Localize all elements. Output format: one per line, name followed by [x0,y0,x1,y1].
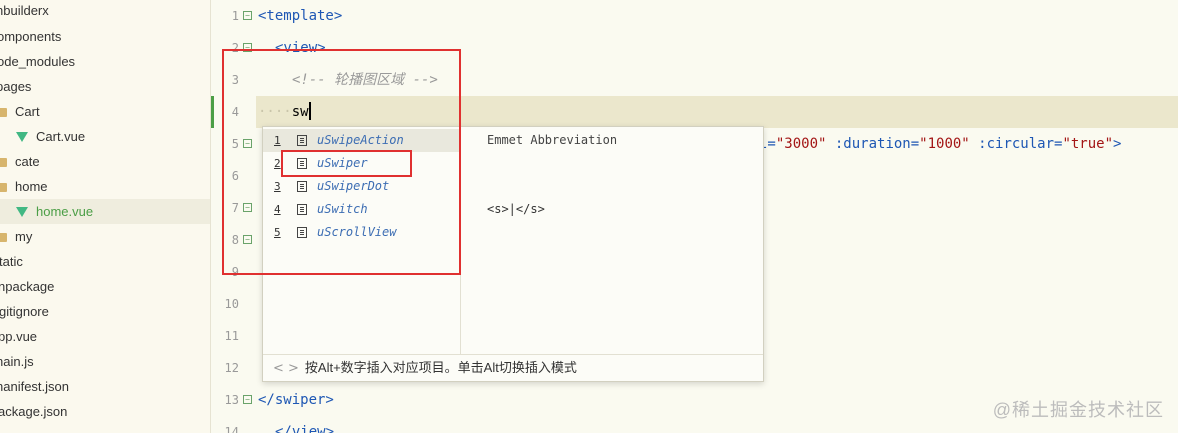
tree-item-gitignore[interactable]: gitignore [0,299,49,324]
tree-item-package-json[interactable]: ackage.json [0,399,67,424]
fold-toggle-icon[interactable]: − [243,11,252,20]
tree-item-main-js[interactable]: nain.js [0,349,34,374]
tree-item-app-vue[interactable]: pp.vue [0,324,37,349]
tree-item-cart-vue[interactable]: Cart.vue [16,124,85,149]
code-line-1: <template> [258,8,343,24]
tree-item-node-modules[interactable]: ode_modules [0,49,75,74]
tree-item-manifest-json[interactable]: nanifest.json [0,374,69,399]
tree-item-cate-folder[interactable]: cate [0,149,40,174]
tree-item-hbuilderx[interactable]: nbuilderx [0,0,49,23]
detail-title: Emmet Abbreviation [487,133,618,147]
folder-icon [0,233,7,242]
tree-item-pages[interactable]: pages [0,74,31,99]
line-number: 12 [224,361,239,375]
tree-item-my-folder[interactable]: my [0,224,32,249]
fold-toggle-icon[interactable]: − [243,395,252,404]
hint-text: 按Alt+数字插入对应项目。单击Alt切换插入模式 [304,360,577,375]
code-line-13: </swiper> [258,392,334,408]
detail-preview: <s>|</s> [487,202,545,216]
tree-item-static[interactable]: tatic [0,249,23,274]
tree-item-home-folder[interactable]: home [0,174,48,199]
folder-icon [0,158,7,167]
line-number: 10 [224,297,239,311]
line-number: 1 [231,9,239,23]
tree-item-cart-folder[interactable]: Cart [0,99,40,124]
vue-file-icon [16,207,28,217]
code-line-14: </view> [275,424,335,433]
line-number: 14 [224,425,239,433]
folder-icon [0,183,7,192]
line-number: 13 [224,393,239,407]
vue-file-icon [16,132,28,142]
watermark: @稀土掘金技术社区 [992,400,1164,420]
line-number: 11 [224,329,239,343]
code-line-5-tail: l="3000" :duration="1000" :circular="tru… [759,136,1122,152]
tree-item-unpackage[interactable]: npackage [0,274,54,299]
popup-hint-bar: < > 按Alt+数字插入对应项目。单击Alt切换插入模式 [263,354,763,381]
project-explorer: nbuilderx omponents ode_modules pages Ca… [0,0,211,433]
tree-item-components[interactable]: omponents [0,24,61,49]
folder-icon [0,108,7,117]
tree-item-home-vue[interactable]: home.vue [0,199,210,224]
annotation-box-uswiper [281,150,412,177]
nav-arrows-icon[interactable]: < > [273,361,299,376]
